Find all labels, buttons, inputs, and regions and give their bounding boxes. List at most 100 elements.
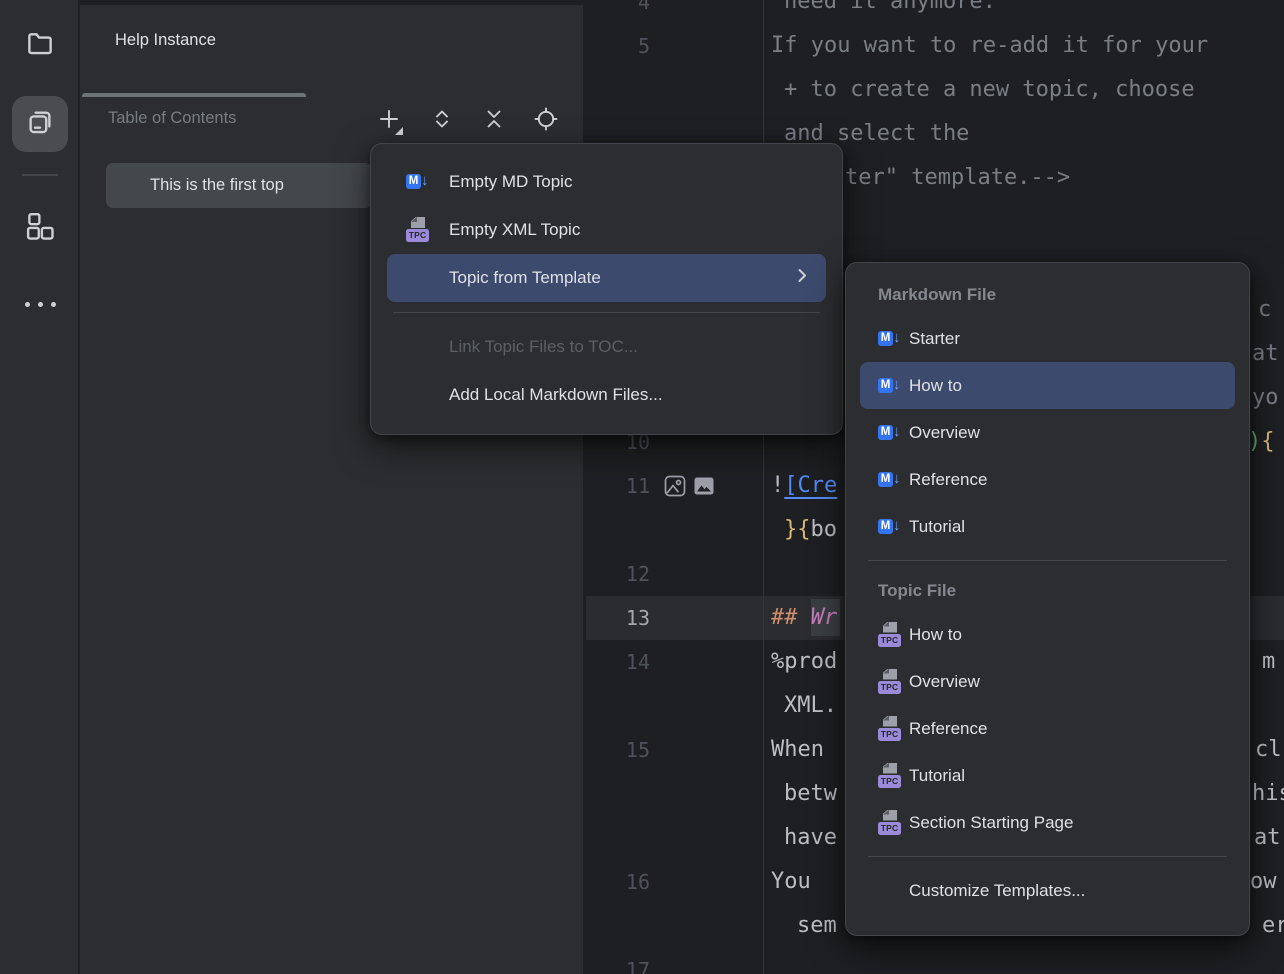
code-run: You: [771, 860, 811, 904]
code-token: ow: [1250, 869, 1277, 894]
add-topic-button[interactable]: [371, 103, 407, 139]
menu-item-topic-from-template[interactable]: Topic from Template: [387, 254, 826, 302]
code-run: betw: [784, 772, 837, 816]
code-run: er: [1262, 904, 1284, 948]
instances-icon: [25, 107, 55, 142]
menu-item-label: Empty XML Topic: [449, 220, 580, 240]
line-number: 12: [586, 552, 650, 596]
menu-separator: [393, 312, 820, 313]
expand-all-button[interactable]: [424, 103, 460, 139]
more-tool-windows-button[interactable]: [12, 282, 68, 326]
toc-toolbar: Table of Contents: [80, 97, 583, 145]
menu-group-header-topic-file: Topic File: [846, 571, 1249, 611]
structure-tool-button[interactable]: [12, 200, 68, 256]
editor-line[interactable]: 4 need it anymore.: [586, 0, 1284, 24]
menu-item-how-to[interactable]: M↓How to: [860, 362, 1235, 409]
code-run: When: [771, 728, 824, 772]
code-run: + to create a new topic, choose: [784, 68, 1195, 112]
code-run: c: [1258, 288, 1271, 332]
menu-item-tutorial[interactable]: M↓Tutorial: [860, 503, 1235, 550]
expand-all-icon: [428, 105, 456, 138]
topic-file-icon: TPC: [878, 763, 904, 789]
code-token: XML.: [784, 693, 837, 718]
menu-item-overview[interactable]: TPCOverview: [860, 658, 1235, 705]
code-run: ){: [1248, 420, 1275, 464]
menu-item-tutorial[interactable]: TPCTutorial: [860, 752, 1235, 799]
code-token: m: [1262, 649, 1275, 674]
dropdown-corner-icon: [395, 127, 403, 135]
panel-tab-bar: Help Instance: [80, 5, 583, 97]
instances-tool-button[interactable]: [12, 96, 68, 152]
code-token: !: [771, 473, 784, 498]
code-token: You: [771, 869, 811, 894]
code-token: + to create a new topic, choose: [784, 77, 1195, 102]
menu-item-reference[interactable]: M↓Reference: [860, 456, 1235, 503]
line-number: 17: [586, 948, 650, 974]
line-number: 4: [586, 0, 650, 24]
code-run: cl: [1255, 728, 1282, 772]
code-run: need it anymore.: [784, 0, 996, 24]
menu-item-starter[interactable]: M↓Starter: [860, 315, 1235, 362]
menu-item-add-local-markdown-files[interactable]: Add Local Markdown Files...: [387, 371, 826, 419]
code-run: m: [1262, 640, 1275, 684]
image-preview-outline-icon[interactable]: [663, 474, 687, 498]
menu-item-reference[interactable]: TPCReference: [860, 705, 1235, 752]
menu-item-label: Section Starting Page: [909, 813, 1073, 833]
menu-separator: [868, 560, 1227, 561]
code-run: %prod: [771, 640, 837, 684]
select-opened-file-button[interactable]: [528, 103, 564, 139]
code-token: bo: [811, 517, 838, 542]
line-number: 13: [586, 596, 650, 640]
code-token: When: [771, 737, 824, 762]
locate-icon: [532, 105, 560, 138]
code-token: sem: [797, 913, 837, 938]
editor-line[interactable]: + to create a new topic, choose: [586, 68, 1284, 112]
code-run: ## Wr: [771, 596, 840, 640]
menu-item-label: Tutorial: [909, 766, 965, 786]
code-token: %prod: [771, 649, 837, 674]
structure-icon: [25, 211, 55, 246]
code-run: ow: [1250, 860, 1277, 904]
code-token: }{: [784, 517, 811, 542]
code-run: ter" template.-->: [845, 156, 1070, 200]
code-run: have: [784, 816, 837, 860]
project-tool-button[interactable]: [12, 17, 68, 73]
topic-file-icon: TPC: [878, 716, 904, 742]
menu-item-label: How to: [909, 625, 962, 645]
collapse-all-button[interactable]: [476, 103, 512, 139]
menu-item-customize-templates[interactable]: Customize Templates...: [860, 867, 1235, 914]
topic-template-submenu: Markdown FileM↓StarterM↓How toM↓Overview…: [845, 262, 1250, 936]
menu-item-how-to[interactable]: TPCHow to: [860, 611, 1235, 658]
tool-stripe: [0, 0, 80, 974]
markdown-file-icon: M↓: [878, 467, 904, 493]
code-token: have: [784, 825, 837, 850]
code-token: [Cre: [784, 473, 837, 498]
code-run: ![Cre: [771, 464, 837, 508]
editor-line[interactable]: 5If you want to re-add it for your: [586, 24, 1284, 68]
image-preview-filled-icon[interactable]: [692, 474, 716, 498]
menu-item-label: How to: [909, 376, 962, 396]
menu-item-empty-xml-topic[interactable]: TPC Empty XML Topic: [387, 206, 826, 254]
line-number: 15: [586, 728, 650, 772]
code-token: If you want to re-add it for your: [771, 33, 1208, 58]
code-run: at: [1252, 332, 1279, 376]
menu-item-overview[interactable]: M↓Overview: [860, 409, 1235, 456]
code-token: {: [1261, 429, 1274, 454]
topic-file-icon: TPC: [406, 217, 432, 243]
code-token: his: [1252, 781, 1284, 806]
code-token: c: [1258, 297, 1271, 322]
markdown-file-icon: M↓: [878, 326, 904, 352]
code-run: If you want to re-add it for your: [771, 24, 1208, 68]
editor-line[interactable]: 17: [586, 948, 1284, 974]
folder-icon: [25, 28, 55, 63]
menu-item-empty-md-topic[interactable]: M↓Empty MD Topic: [387, 158, 826, 206]
menu-item-label: Reference: [909, 719, 987, 739]
code-token: ##: [771, 605, 811, 630]
code-token: at: [1252, 341, 1279, 366]
tab-help-instance[interactable]: Help Instance: [115, 31, 216, 50]
toc-tree-item-first-topic[interactable]: This is the first top: [106, 163, 372, 208]
markdown-file-icon: M↓: [878, 420, 904, 446]
topic-file-icon: TPC: [878, 622, 904, 648]
menu-item-section-starting-page[interactable]: TPCSection Starting Page: [860, 799, 1235, 846]
line-number: 14: [586, 640, 650, 684]
